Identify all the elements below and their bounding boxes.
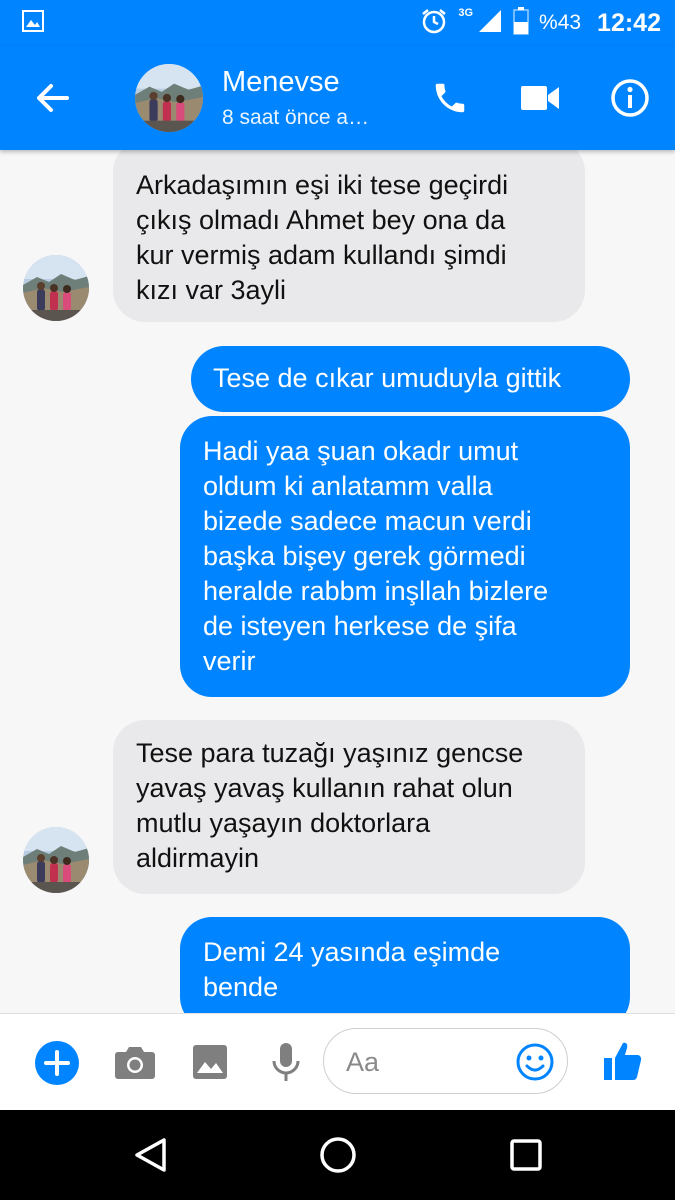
- network-type: 3G: [458, 7, 474, 19]
- clock: 12:42: [597, 8, 661, 37]
- message-bubble-incoming[interactable]: Arkadaşımın eşi iki tese geçirdi çıkış o…: [113, 150, 585, 322]
- info-icon: [611, 79, 649, 117]
- message-input-field[interactable]: [323, 1028, 568, 1094]
- info-button[interactable]: [608, 76, 652, 120]
- message-list[interactable]: Arkadaşımın eşi iki tese geçirdi çıkış o…: [0, 150, 675, 1013]
- gallery-button[interactable]: [190, 1042, 230, 1082]
- back-triangle-icon: [135, 1138, 166, 1172]
- signal-icon: [477, 8, 503, 39]
- camera-icon: [115, 1047, 155, 1079]
- voice-call-button[interactable]: [428, 76, 472, 120]
- back-arrow-icon: [37, 84, 69, 112]
- emoji-button[interactable]: [515, 1042, 555, 1082]
- image-notification-icon: [22, 10, 44, 37]
- message-input[interactable]: [344, 1041, 508, 1083]
- like-button[interactable]: [602, 1039, 644, 1083]
- battery-percent: %43: [539, 11, 582, 34]
- contact-avatar-small[interactable]: [23, 827, 89, 893]
- contact-status: 8 saat önce a…: [222, 106, 370, 129]
- nav-home-button[interactable]: [318, 1135, 358, 1175]
- emoji-icon: [516, 1043, 554, 1081]
- back-button[interactable]: [30, 78, 74, 118]
- microphone-icon: [272, 1043, 300, 1081]
- gallery-icon: [193, 1045, 227, 1079]
- phone-icon: [435, 83, 465, 113]
- system-navigation-bar: [0, 1110, 675, 1200]
- more-actions-button[interactable]: [34, 1040, 80, 1086]
- contact-avatar[interactable]: [135, 64, 203, 132]
- message-bubble-incoming[interactable]: Tese para tuzağı yaşınız gencse yavaş ya…: [113, 720, 585, 894]
- battery-icon: [513, 6, 529, 40]
- thumbs-up-icon: [604, 1042, 642, 1081]
- message-bubble-outgoing[interactable]: Demi 24 yasında eşimde bende: [180, 917, 630, 1013]
- conversation-header: Menevse 8 saat önce a…: [0, 46, 675, 150]
- alarm-icon: [420, 7, 448, 40]
- video-call-button[interactable]: [518, 76, 562, 120]
- video-camera-icon: [521, 86, 559, 110]
- contact-name[interactable]: Menevse: [222, 66, 340, 99]
- voice-message-button[interactable]: [268, 1040, 304, 1084]
- plus-icon: [35, 1041, 79, 1085]
- status-bar: 3G %43 12:42: [0, 0, 675, 46]
- message-composer: [0, 1013, 675, 1111]
- contact-avatar-small[interactable]: [23, 255, 89, 321]
- message-bubble-outgoing[interactable]: Hadi yaa şuan okadr umut oldum ki anlata…: [180, 416, 630, 697]
- nav-recents-button[interactable]: [506, 1135, 546, 1175]
- camera-button[interactable]: [114, 1042, 156, 1082]
- message-bubble-outgoing[interactable]: Tese de cıkar umuduyla gittik: [191, 346, 630, 412]
- recents-square-icon: [510, 1139, 542, 1171]
- home-circle-icon: [320, 1137, 356, 1173]
- nav-back-button[interactable]: [130, 1135, 170, 1175]
